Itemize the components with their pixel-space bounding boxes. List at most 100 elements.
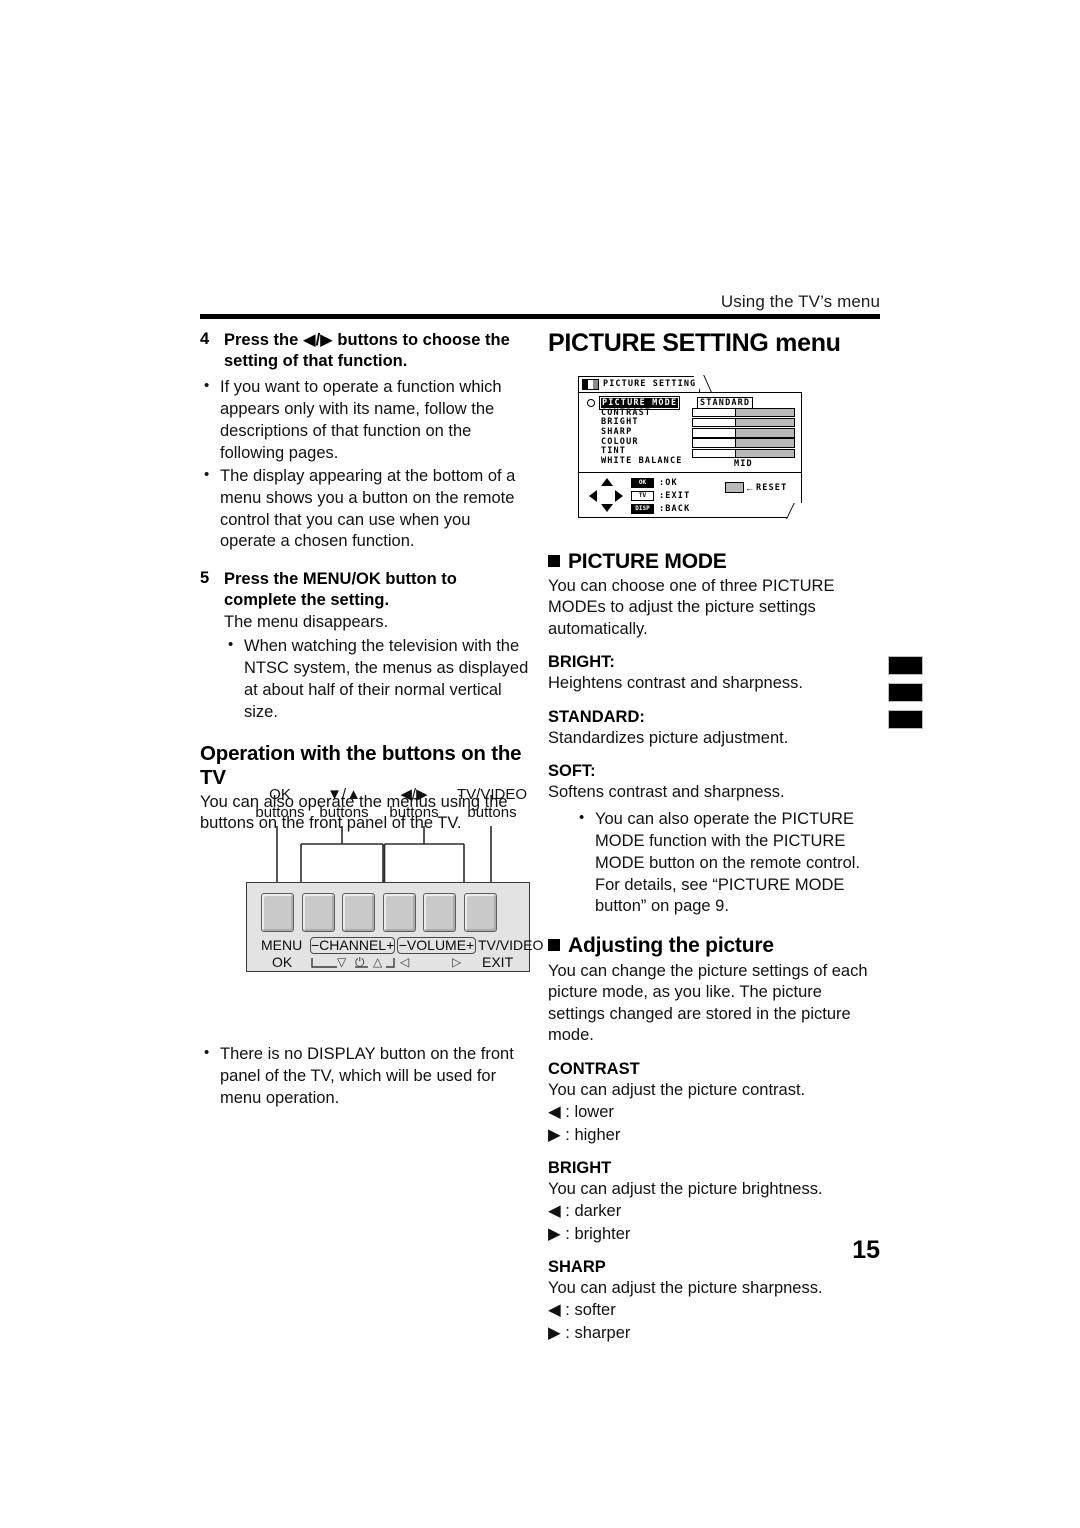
dpad-right-icon — [615, 490, 623, 502]
edge-tab-mark — [889, 711, 922, 728]
adjust-left-bright: ◀ : darker — [548, 1202, 622, 1221]
tv-panel-legend-row-2: OK ▽ ⏻ △ ◁ ▷ EXIT — [247, 954, 531, 971]
adjust-term-contrast: CONTRAST — [548, 1059, 640, 1078]
list-item: The display appearing at the bottom of a… — [200, 465, 530, 554]
panel-button-menu-ok[interactable] — [261, 893, 294, 932]
step-5-body: The menu disappears. — [224, 613, 389, 632]
tv-panel-legends: MENU −CHANNEL+ −VOLUME+ TV/VIDEO OK ▽ ⏻ … — [247, 937, 543, 971]
adjust-right-contrast: ▶ : higher — [548, 1125, 621, 1144]
picture-mode-intro: You can choose one of three PICTURE MODE… — [548, 576, 835, 638]
page-title: PICTURE SETTING menu — [548, 329, 841, 357]
osd-picture-setting-figure: PICTURE SETTING PICTURE MODE CONTRAST BR… — [578, 375, 811, 519]
osd-key-disp: DISP :BACK — [631, 503, 690, 515]
adjust-desc-contrast: You can adjust the picture contrast. — [548, 1080, 806, 1099]
osd-bar-bright[interactable] — [692, 417, 795, 428]
osd-bar-tint[interactable] — [692, 448, 795, 459]
osd-row-colour[interactable]: COLOUR — [587, 437, 682, 447]
running-head: Using the TV’s menu — [720, 292, 880, 311]
left-column: 4 Press the ◀/▶ buttons to choose the se… — [200, 330, 530, 1111]
step-4-title: Press the ◀/▶ buttons to choose the sett… — [224, 331, 510, 370]
legend-exit: EXIT — [482, 954, 514, 970]
reset-label: RESET — [756, 482, 788, 493]
osd-tab: PICTURE SETTING — [578, 375, 712, 393]
mode-desc-soft: Softens contrast and sharpness. — [548, 783, 785, 802]
tv-panel-body: MENU −CHANNEL+ −VOLUME+ TV/VIDEO OK ▽ ⏻ … — [246, 882, 543, 972]
osd-tab-label: PICTURE SETTING — [603, 379, 697, 389]
tv-front-panel-figure: OK buttons ▼/▲ buttons ◀/▶ buttons TV/VI… — [246, 786, 543, 972]
key-action-disp: :BACK — [659, 504, 691, 515]
osd-row-list: PICTURE MODE CONTRAST BRIGHT SHARP COLOU… — [587, 396, 682, 466]
osd-key-tv: TV :EXIT — [631, 490, 690, 502]
osd-value-picture-mode: STANDARD — [697, 397, 754, 409]
dpad-down-icon — [601, 504, 613, 512]
key-badge-disp: DISP — [631, 504, 654, 515]
list-item: When watching the television with the NT… — [224, 635, 530, 724]
list-item: If you want to operate a function which … — [200, 376, 530, 465]
osd-row-sharp[interactable]: SHARP — [587, 427, 682, 437]
osd-row-contrast[interactable]: CONTRAST — [587, 408, 682, 418]
heading-picture-mode: PICTURE MODE — [548, 550, 882, 574]
osd-bar-colour[interactable] — [692, 438, 795, 449]
edge-tab-mark — [889, 684, 922, 701]
legend-channel: −CHANNEL+ — [310, 937, 395, 954]
key-badge-ok: OK — [631, 477, 654, 488]
square-bullet-icon — [548, 939, 560, 952]
osd-bar-group — [692, 407, 795, 459]
osd-box: PICTURE MODE CONTRAST BRIGHT SHARP COLOU… — [578, 392, 811, 519]
step-4: 4 Press the ◀/▶ buttons to choose the se… — [200, 330, 530, 372]
tv-panel-callouts: OK buttons ▼/▲ buttons ◀/▶ buttons TV/VI… — [246, 786, 530, 826]
dpad-up-icon — [601, 478, 613, 486]
osd-row-bright[interactable]: BRIGHT — [587, 417, 682, 427]
mode-desc-standard: Standardizes picture adjustment. — [548, 728, 789, 747]
adjust-left-contrast: ◀ : lower — [548, 1103, 614, 1122]
square-bullet-icon — [548, 554, 560, 567]
mode-term-standard: STANDARD: — [548, 707, 645, 726]
picture-mode-bullets: You can also operate the PICTURE MODE fu… — [575, 808, 882, 919]
legend-tvvideo: TV/VIDEO — [478, 937, 544, 953]
adjust-term-bright: BRIGHT — [548, 1158, 612, 1177]
panel-button-channel-down[interactable] — [301, 893, 335, 932]
edge-tab-marks — [889, 657, 922, 738]
osd-reset-hint: ← RESET — [725, 482, 787, 493]
callout-updown-buttons: ▼/▲ buttons — [319, 786, 369, 821]
mode-desc-bright: Heightens contrast and sharpness. — [548, 674, 803, 693]
tv-panel-legend-row-1: MENU −CHANNEL+ −VOLUME+ TV/VIDEO — [247, 937, 543, 954]
page-number: 15 — [852, 1236, 880, 1264]
osd-value-white-balance: MID — [734, 459, 753, 469]
osd-cursor-icon — [587, 399, 595, 407]
legend-channel-bracket — [311, 958, 395, 968]
adjust-right-sharp: ▶ : sharper — [548, 1323, 631, 1342]
edge-tab-mark — [889, 657, 922, 674]
dpad-left-icon — [589, 490, 597, 502]
osd-upper-pane: PICTURE MODE CONTRAST BRIGHT SHARP COLOU… — [579, 393, 801, 473]
step-4-number: 4 — [200, 330, 210, 348]
header-rule — [200, 314, 880, 319]
legend-ok: OK — [272, 954, 293, 970]
power-icon: ⏻ — [355, 955, 365, 969]
adjust-left-sharp: ◀ : softer — [548, 1301, 616, 1320]
osd-row-white-balance[interactable]: WHITE BALANCE — [587, 456, 682, 466]
osd-key-ok: OK :OK — [631, 477, 690, 489]
reset-arrow-icon: ← — [745, 482, 754, 493]
osd-row-picture-mode[interactable]: PICTURE MODE — [587, 396, 682, 410]
section-heading-operation: Operation with the buttons on the TV — [200, 741, 522, 789]
osd-key-hints: OK :OK TV :EXIT DISP :BACK — [631, 477, 690, 517]
step-4-bullets: If you want to operate a function which … — [200, 376, 530, 554]
osd-row-tint[interactable]: TINT — [587, 446, 682, 456]
osd-lower-pane: OK :OK TV :EXIT DISP :BACK ← RESET — [579, 473, 811, 519]
picture-setting-icon — [582, 379, 599, 390]
list-item: There is no DISPLAY button on the front … — [200, 1043, 530, 1110]
panel-button-channel-up[interactable] — [342, 893, 375, 932]
panel-button-tv-video-exit[interactable] — [463, 893, 497, 932]
legend-volume-up-icon: ▷ — [452, 955, 462, 969]
panel-button-volume-down[interactable] — [382, 893, 416, 932]
key-action-ok: :OK — [659, 477, 678, 488]
operation-bullets: There is no DISPLAY button on the front … — [200, 1043, 530, 1110]
legend-channel-up-icon: △ — [373, 955, 383, 969]
step-5-bullets: When watching the television with the NT… — [224, 635, 530, 724]
key-action-tv: :EXIT — [659, 490, 691, 501]
panel-button-volume-up[interactable] — [423, 893, 456, 932]
osd-bar-sharp[interactable] — [692, 428, 795, 438]
legend-volume: −VOLUME+ — [397, 937, 476, 954]
heading-adjusting-picture: Adjusting the picture — [548, 934, 882, 958]
